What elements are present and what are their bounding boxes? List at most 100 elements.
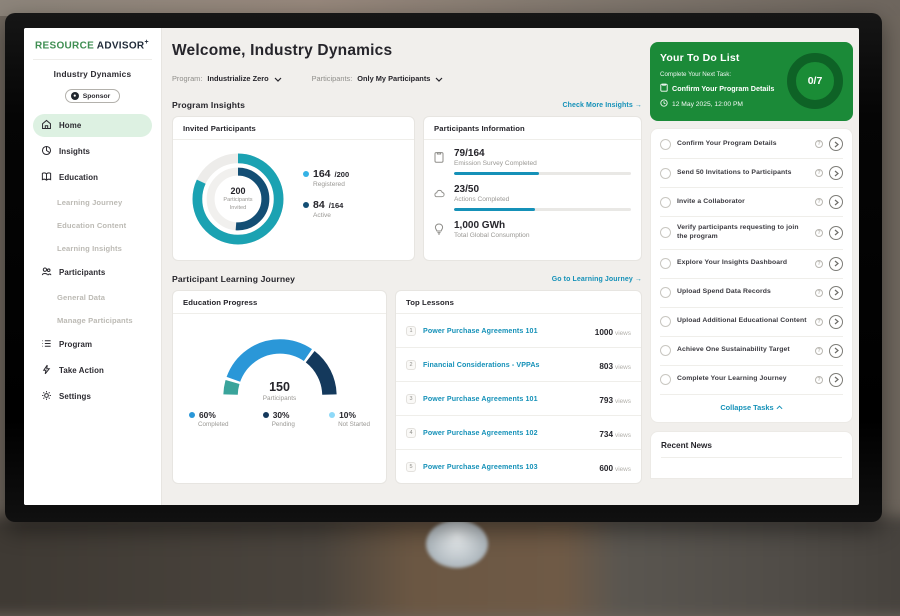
task-row: Complete Your Learning Journey ? (660, 366, 843, 395)
task-go-button[interactable] (829, 344, 843, 358)
book-icon (41, 171, 52, 184)
task-go-button[interactable] (829, 373, 843, 387)
task-row: Invite a Collaborator ? (660, 188, 843, 217)
task-row: Verify participants requesting to join t… (660, 217, 843, 250)
task-checkbox[interactable] (660, 197, 671, 208)
chevron-down-icon (274, 69, 282, 87)
lesson-link[interactable]: Power Purchase Agreements 103 (423, 463, 592, 471)
sidebar-item-program[interactable]: Program (33, 333, 152, 356)
lesson-row: 5 Power Purchase Agreements 103 600views (396, 450, 641, 483)
rank-badge: 4 (406, 428, 416, 438)
task-checkbox[interactable] (660, 139, 671, 150)
main-column: Welcome, Industry Dynamics Program: Indu… (172, 42, 642, 505)
lesson-link[interactable]: Power Purchase Agreements 102 (423, 429, 592, 437)
info-icon: ? (815, 169, 823, 177)
sidebar-item-learning-journey[interactable]: Learning Journey (33, 192, 152, 212)
legend-pending: 30% Pending (263, 410, 295, 428)
task-checkbox[interactable] (660, 345, 671, 356)
program-insights-header: Program Insights Check More Insights → (172, 100, 642, 110)
lesson-link[interactable]: Financial Considerations - VPPAs (423, 361, 592, 369)
role-badge-wrap: ● Sponsor (33, 84, 152, 103)
filters-row: Program: Industrialize Zero Participants… (172, 69, 642, 87)
donut-center-label: 200 Participants Invited (185, 146, 291, 252)
rank-badge: 1 (406, 326, 416, 336)
task-go-button[interactable] (829, 137, 843, 151)
task-go-button[interactable] (829, 286, 843, 300)
program-filter-label: Program: (172, 74, 202, 83)
home-icon (41, 119, 52, 132)
lesson-row: 4 Power Purchase Agreements 102 734views (396, 416, 641, 450)
lesson-row: 3 Power Purchase Agreements 101 793views (396, 382, 641, 416)
sidebar: RESOURCE ADVISOR+ Industry Dynamics ● Sp… (24, 28, 162, 505)
sidebar-item-home[interactable]: Home (33, 114, 152, 137)
info-icon: ? (815, 198, 823, 206)
legend-completed: 60% Completed (189, 410, 228, 428)
brand-part1: RESOURCE (35, 40, 94, 51)
sponsor-badge[interactable]: ● Sponsor (65, 89, 121, 103)
sidebar-item-education[interactable]: Education (33, 166, 152, 189)
info-icon: ? (815, 318, 823, 326)
legend-dot (263, 412, 269, 418)
participants-filter-value: Only My Participants (357, 74, 430, 83)
todo-title: Your To Do List (660, 52, 774, 64)
go-to-learning-journey-link[interactable]: Go to Learning Journey → (552, 276, 642, 283)
info-icon: ? (815, 289, 823, 297)
sidebar-item-take-action[interactable]: Take Action (33, 359, 152, 382)
task-checkbox[interactable] (660, 316, 671, 327)
brand-plus: + (144, 39, 148, 46)
survey-icon (434, 148, 446, 175)
lessons-list: 1 Power Purchase Agreements 101 1000view… (396, 314, 641, 483)
monitor-stand (426, 520, 488, 568)
legend-not-started: 10% Not Started (329, 410, 370, 428)
chevron-down-icon (435, 69, 443, 87)
task-checkbox[interactable] (660, 258, 671, 269)
recent-news-title: Recent News (661, 441, 842, 458)
rank-badge: 5 (406, 462, 416, 472)
sidebar-item-manage-participants[interactable]: Manage Participants (33, 310, 152, 330)
sidebar-item-participants[interactable]: Participants (33, 261, 152, 284)
lesson-link[interactable]: Power Purchase Agreements 101 (423, 327, 588, 335)
top-lessons-card: Top Lessons 1 Power Purchase Agreements … (395, 290, 642, 484)
take-action-icon (41, 364, 52, 377)
org-name: Industry Dynamics (33, 69, 152, 79)
task-go-button[interactable] (829, 257, 843, 271)
info-icon: ? (815, 140, 823, 148)
actions-icon (434, 184, 446, 211)
sidebar-item-settings[interactable]: Settings (33, 385, 152, 408)
task-go-button[interactable] (829, 226, 843, 240)
task-checkbox[interactable] (660, 374, 671, 385)
people-icon (41, 266, 52, 279)
task-checkbox[interactable] (660, 168, 671, 179)
lightbulb-icon (434, 220, 446, 240)
sidebar-item-label: Education (59, 173, 98, 182)
sidebar-item-education-content[interactable]: Education Content (33, 215, 152, 235)
task-checkbox[interactable] (660, 287, 671, 298)
participants-filter[interactable]: Participants: Only My Participants (312, 69, 444, 87)
lesson-link[interactable]: Power Purchase Agreements 101 (423, 395, 592, 403)
task-go-button[interactable] (829, 166, 843, 180)
task-go-button[interactable] (829, 315, 843, 329)
insights-cards-row: Invited Participants 200 Partic (172, 116, 642, 261)
learning-cards-row: Education Progress 150 Participants (172, 290, 642, 484)
rank-badge: 2 (406, 360, 416, 370)
invited-donut-chart: 200 Participants Invited (185, 146, 291, 252)
collapse-tasks-link[interactable]: Collapse Tasks (660, 395, 843, 421)
sidebar-item-general-data[interactable]: General Data (33, 287, 152, 307)
task-row: Upload Additional Educational Content ? (660, 308, 843, 337)
participants-information-card: Participants Information 79/164 Emission… (423, 116, 642, 261)
info-icon: ? (815, 260, 823, 268)
check-more-insights-link[interactable]: Check More Insights → (562, 102, 642, 109)
sponsor-badge-icon: ● (71, 92, 79, 100)
sidebar-item-learning-insights[interactable]: Learning Insights (33, 238, 152, 258)
sidebar-item-insights[interactable]: Insights (33, 140, 152, 163)
invited-participants-card: Invited Participants 200 Partic (172, 116, 415, 261)
rank-badge: 3 (406, 394, 416, 404)
program-filter[interactable]: Program: Industrialize Zero (172, 69, 282, 87)
invited-card-body: 200 Participants Invited 164/200 Registe… (173, 140, 414, 260)
stat-emission-survey: 79/164 Emission Survey Completed (434, 148, 631, 175)
task-go-button[interactable] (829, 195, 843, 209)
participants-information-body: 79/164 Emission Survey Completed 23/50 A… (424, 140, 641, 257)
sidebar-item-label: Participants (59, 268, 105, 277)
task-checkbox[interactable] (660, 227, 671, 238)
legend-dot (303, 171, 309, 177)
